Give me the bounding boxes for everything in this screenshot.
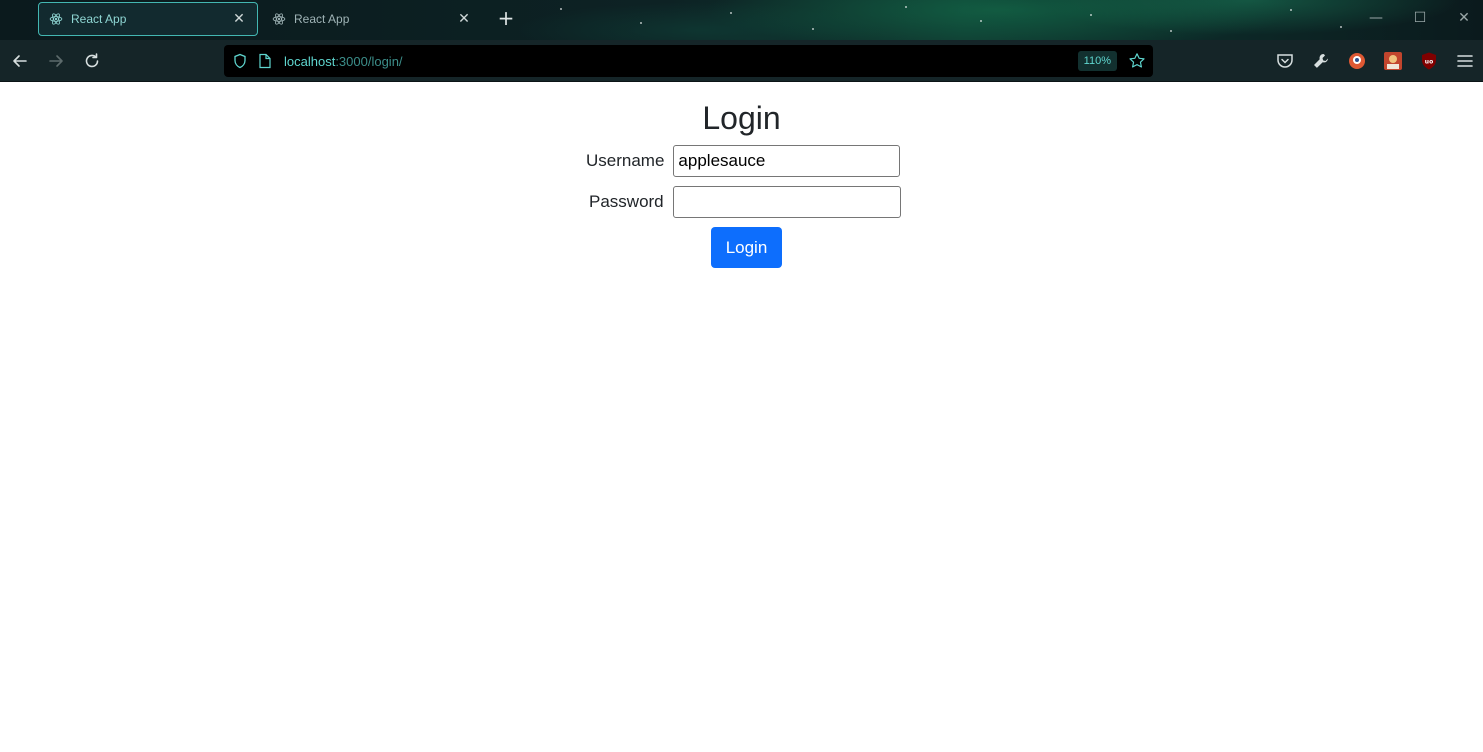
extension-avatar-icon[interactable] <box>1383 51 1403 71</box>
reload-icon[interactable] <box>82 51 102 71</box>
react-icon <box>272 13 286 25</box>
close-window-icon[interactable]: ✕ <box>1454 10 1474 26</box>
page-icon[interactable] <box>258 53 272 69</box>
close-tab-icon[interactable]: ✕ <box>456 11 472 27</box>
wrench-icon[interactable] <box>1311 51 1331 71</box>
url-path: :3000/login/ <box>335 53 403 69</box>
duckduckgo-icon[interactable] <box>1347 51 1367 71</box>
maximize-icon[interactable]: ☐ <box>1410 10 1430 26</box>
react-icon <box>49 13 63 25</box>
password-input[interactable] <box>672 186 901 218</box>
back-arrow-icon[interactable] <box>10 51 30 71</box>
tab-title: React App <box>294 12 350 26</box>
background-star <box>905 6 907 8</box>
tab-strip: React App ✕ React App ✕ + — ☐ ✕ <box>0 0 1483 40</box>
minimize-icon[interactable]: — <box>1366 10 1386 26</box>
new-tab-button[interactable]: + <box>496 8 516 28</box>
background-star <box>1340 26 1342 28</box>
page-content: Login Username Password Login <box>0 82 1483 752</box>
svg-text:uo: uo <box>1425 59 1433 66</box>
zoom-level-badge[interactable]: 110% <box>1077 51 1117 71</box>
close-tab-icon[interactable]: ✕ <box>231 11 247 27</box>
password-row: Password <box>589 186 901 218</box>
background-star <box>1170 30 1172 32</box>
tab-react-app-active[interactable]: React App ✕ <box>38 2 258 36</box>
background-star <box>560 8 562 10</box>
ublock-origin-icon[interactable]: uo <box>1419 51 1439 71</box>
background-star <box>1290 9 1292 11</box>
tab-react-app[interactable]: React App ✕ <box>262 2 482 36</box>
background-star <box>980 20 982 22</box>
background-star <box>640 22 642 24</box>
page-title: Login <box>702 100 781 136</box>
background-star <box>1090 14 1092 16</box>
password-label: Password <box>589 192 664 211</box>
shield-icon[interactable] <box>232 53 248 69</box>
background-star <box>812 28 814 30</box>
username-input[interactable] <box>673 145 901 177</box>
username-label: Username <box>586 151 665 170</box>
url-host: localhost <box>284 53 336 69</box>
pocket-icon[interactable] <box>1275 51 1295 71</box>
tab-title: React App <box>71 12 127 26</box>
hamburger-menu-icon[interactable] <box>1455 51 1475 71</box>
login-button[interactable]: Login <box>711 227 782 268</box>
background-star <box>730 12 732 14</box>
address-bar[interactable]: localhost:3000/login/ 110% <box>224 45 1153 77</box>
forward-arrow-icon[interactable] <box>46 51 66 71</box>
bookmark-star-icon[interactable] <box>1128 52 1146 70</box>
username-row: Username <box>586 145 901 177</box>
